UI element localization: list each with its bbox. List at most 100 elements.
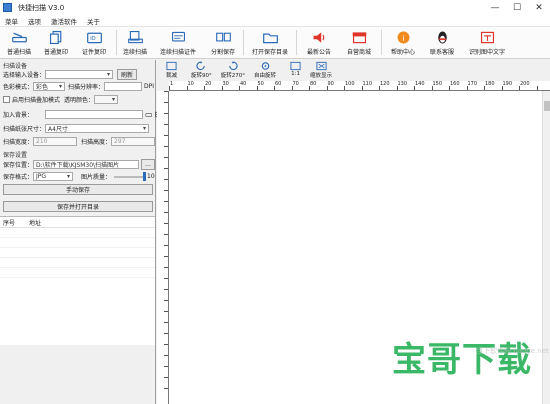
file-table: 序号 地址: [0, 216, 155, 345]
ordinary-copy-button[interactable]: 普通复印: [38, 27, 74, 58]
title-bar: 快捷扫描 V3.0 — ☐ ✕: [0, 0, 550, 15]
quality-slider-thumb[interactable]: [143, 171, 147, 181]
id-copy-button[interactable]: ID 证件复印: [74, 27, 114, 58]
toolbar-divider: [296, 30, 297, 55]
ruler-label: 140: [415, 81, 425, 87]
color-mode-select[interactable]: 彩色: [33, 82, 66, 91]
horizontal-ruler: 1 10 20 30 40 50 60 70 80 90 100 110 120 130 140 150 160…: [169, 81, 550, 91]
ruler-tick: [164, 157, 168, 158]
self-mall-button[interactable]: 自营商城: [339, 27, 379, 58]
ruler-label: 150: [432, 81, 443, 87]
ruler-label: 40: [240, 81, 247, 87]
table-row[interactable]: [0, 268, 155, 278]
quality-label: 图片质量：: [81, 174, 112, 181]
ruler-tick: [164, 223, 168, 224]
resolution-input[interactable]: [104, 82, 143, 91]
quality-slider[interactable]: [114, 171, 147, 181]
ruler-tick: [164, 212, 168, 213]
paper-size-select[interactable]: A4尺寸: [45, 124, 150, 133]
ruler-tick: [164, 388, 168, 389]
save-open-button[interactable]: 保存并打开目录: [3, 201, 153, 212]
table-row[interactable]: [0, 228, 155, 238]
help-center-button[interactable]: i 帮助中心: [384, 27, 422, 58]
fit-display-button[interactable]: 缩放显示: [310, 60, 332, 79]
ruler-tick: [164, 278, 168, 279]
menu-main[interactable]: 菜单: [0, 16, 23, 26]
ruler-label: 30: [222, 81, 229, 87]
menu-about[interactable]: 关于: [82, 16, 105, 26]
continuous-scan-id-button[interactable]: 连续扫描证件: [151, 27, 205, 58]
ruler-label: 100: [345, 81, 355, 87]
ruler-tick: [164, 344, 168, 345]
height-input[interactable]: 297: [111, 137, 156, 146]
transparent-color-label: 透明颜色：: [64, 97, 95, 104]
ruler-label: 1: [170, 81, 174, 87]
ruler-label: 70: [292, 81, 299, 87]
continuous-scan-icon: [127, 30, 143, 44]
menu-activate[interactable]: 激活软件: [46, 16, 82, 26]
split-save-button[interactable]: 分割保存: [205, 27, 241, 58]
rotate-90-button[interactable]: 旋转90°: [191, 60, 212, 79]
id-card-icon: ID: [86, 32, 102, 44]
ruler-tick: [164, 300, 168, 301]
vertical-scrollbar[interactable]: [542, 91, 550, 404]
ruler-label: 60: [275, 81, 282, 87]
ruler-label: 190: [502, 81, 513, 87]
open-save-dir-button[interactable]: 打开保存目录: [246, 27, 294, 58]
ruler-label: 130: [397, 81, 408, 87]
resolution-label: 扫描分辨率：: [68, 84, 105, 91]
table-row[interactable]: [0, 248, 155, 258]
rotate-270-button[interactable]: 旋转270°: [221, 60, 245, 79]
refresh-button[interactable]: 刷新: [117, 69, 138, 80]
auto-rotate-button[interactable]: 自由旋转: [254, 60, 276, 79]
close-button[interactable]: ✕: [528, 0, 550, 15]
copy-icon: [49, 30, 61, 45]
latest-notice-button[interactable]: 最新公告: [299, 27, 339, 58]
browse-button[interactable]: ...: [141, 159, 156, 170]
vertical-ruler: [157, 91, 169, 404]
minimize-button[interactable]: —: [484, 0, 506, 15]
input-device-select[interactable]: [45, 70, 114, 79]
ruler-label: 20: [205, 81, 212, 87]
toolbar-divider: [243, 30, 244, 55]
menu-options[interactable]: 选项: [23, 16, 46, 26]
ruler-label: 90: [327, 81, 334, 87]
watermark: 宝哥下载: [392, 332, 532, 381]
width-input[interactable]: 210: [33, 137, 78, 146]
folder-icon: [262, 33, 278, 44]
save-path-input[interactable]: D:\软件下载\KJSM30\扫描图片: [33, 160, 140, 169]
crop-button[interactable]: 裁减: [166, 60, 177, 79]
fit-icon: [315, 61, 327, 71]
format-select[interactable]: JPG: [33, 172, 74, 181]
ruler-label: 160: [450, 81, 460, 87]
ruler-tick: [164, 102, 168, 103]
ordinary-scan-button[interactable]: 普通扫描: [0, 27, 38, 58]
table-row[interactable]: [0, 258, 155, 268]
input-device-label: 选择输入设备：: [3, 72, 46, 79]
ruler-label: 110: [362, 81, 373, 87]
recognize-text-button[interactable]: 识别图中文字: [462, 27, 512, 58]
toolbar-divider: [116, 30, 117, 55]
actual-size-icon: [290, 61, 301, 71]
actual-size-button[interactable]: 1:1: [290, 60, 301, 77]
height-label: 扫描高度：: [81, 139, 112, 146]
contact-service-button[interactable]: 联系客服: [422, 27, 462, 58]
transparent-color-select[interactable]: [94, 95, 119, 104]
continuous-scan-button[interactable]: 连续扫描: [119, 27, 151, 58]
main-toolbar: 普通扫描 普通复印 ID 证件复印 连续扫描 连续扫描证件 分割保存 打开保存目…: [0, 27, 550, 59]
ruler-label: 50: [257, 81, 264, 87]
ruler-tick: [164, 91, 168, 92]
save-section-title: 保存设置: [3, 152, 28, 159]
ruler-tick: [164, 179, 168, 180]
scrollbar-thumb[interactable]: [544, 101, 550, 111]
table-row[interactable]: [0, 238, 155, 248]
rotate-cw-icon: [196, 61, 205, 71]
overlay-checkbox[interactable]: [3, 96, 10, 103]
background-input[interactable]: [45, 110, 144, 119]
folder-open-icon[interactable]: ▭: [145, 110, 153, 119]
auto-rotate-icon: [261, 62, 269, 70]
maximize-button[interactable]: ☐: [506, 0, 528, 15]
manual-save-button[interactable]: 手动保存: [3, 184, 153, 195]
ruler-label: 120: [380, 81, 390, 87]
color-mode-label: 色彩模式：: [3, 84, 34, 91]
